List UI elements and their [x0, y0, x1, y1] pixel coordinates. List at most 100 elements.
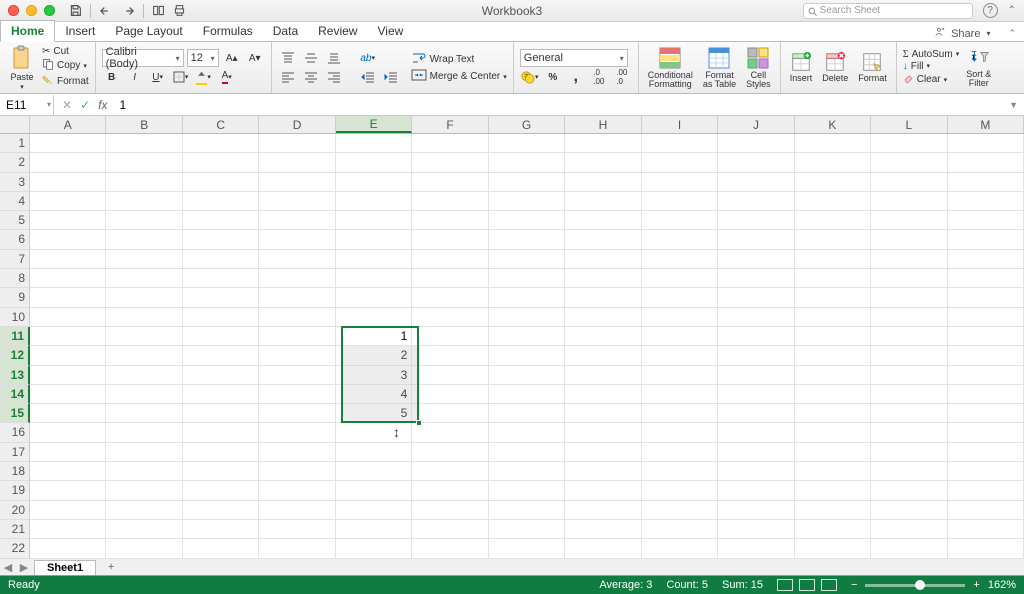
zoom-in-button[interactable]: + [973, 579, 979, 591]
orientation-button[interactable]: ab▾ [358, 49, 378, 67]
currency-button[interactable]: ▾ [520, 68, 540, 86]
tab-review[interactable]: Review [308, 21, 367, 41]
cell-F7[interactable] [412, 250, 488, 269]
expand-formula-bar-icon[interactable]: ▼ [1003, 100, 1024, 110]
cell-L10[interactable] [871, 308, 947, 327]
delete-cells-button[interactable]: Delete [819, 50, 851, 84]
cell-A4[interactable] [30, 192, 106, 211]
conditional-formatting-button[interactable]: Conditional Formatting [645, 45, 696, 91]
cell-J20[interactable] [718, 501, 794, 520]
cell-H8[interactable] [565, 269, 641, 288]
page-break-view-icon[interactable] [821, 579, 837, 591]
cell-K17[interactable] [795, 443, 871, 462]
cell-K14[interactable] [795, 385, 871, 404]
cell-E14[interactable]: 4 [336, 385, 412, 404]
cell-I21[interactable] [642, 520, 718, 539]
cell-K7[interactable] [795, 250, 871, 269]
cell-C7[interactable] [183, 250, 259, 269]
cell-D2[interactable] [259, 153, 335, 172]
cell-J2[interactable] [718, 153, 794, 172]
cell-J17[interactable] [718, 443, 794, 462]
cell-A7[interactable] [30, 250, 106, 269]
cell-B14[interactable] [106, 385, 182, 404]
cell-M14[interactable] [948, 385, 1024, 404]
cell-A11[interactable] [30, 327, 106, 346]
cell-M20[interactable] [948, 501, 1024, 520]
zoom-level[interactable]: 162% [988, 579, 1016, 591]
cell-B10[interactable] [106, 308, 182, 327]
cell-H22[interactable] [565, 539, 641, 558]
col-header-B[interactable]: B [106, 116, 182, 133]
name-box[interactable]: E11▾ [0, 95, 54, 115]
cell-J10[interactable] [718, 308, 794, 327]
close-window-button[interactable] [8, 5, 19, 16]
cell-D11[interactable] [259, 327, 335, 346]
cell-C10[interactable] [183, 308, 259, 327]
select-all-corner[interactable] [0, 116, 30, 134]
cell-F3[interactable] [412, 173, 488, 192]
cell-I11[interactable] [642, 327, 718, 346]
cell-G11[interactable] [489, 327, 565, 346]
cell-H6[interactable] [565, 230, 641, 249]
row-header-2[interactable]: 2 [0, 153, 29, 172]
cell-J18[interactable] [718, 462, 794, 481]
cell-M18[interactable] [948, 462, 1024, 481]
cell-A9[interactable] [30, 288, 106, 307]
sheet-nav-next[interactable]: ▶ [16, 561, 32, 574]
cell-E16[interactable] [336, 423, 412, 442]
cell-J19[interactable] [718, 481, 794, 500]
cell-G8[interactable] [489, 269, 565, 288]
zoom-out-button[interactable]: − [851, 579, 857, 591]
cell-L6[interactable] [871, 230, 947, 249]
cell-G19[interactable] [489, 481, 565, 500]
cell-J3[interactable] [718, 173, 794, 192]
cell-I22[interactable] [642, 539, 718, 558]
col-header-D[interactable]: D [259, 116, 335, 133]
col-header-E[interactable]: E [336, 116, 412, 133]
col-header-K[interactable]: K [795, 116, 871, 133]
percent-button[interactable]: % [543, 68, 563, 86]
col-header-G[interactable]: G [489, 116, 565, 133]
cell-H11[interactable] [565, 327, 641, 346]
cell-M4[interactable] [948, 192, 1024, 211]
cell-A10[interactable] [30, 308, 106, 327]
cell-I4[interactable] [642, 192, 718, 211]
cell-D5[interactable] [259, 211, 335, 230]
col-header-M[interactable]: M [948, 116, 1024, 133]
cell-A5[interactable] [30, 211, 106, 230]
cell-C1[interactable] [183, 134, 259, 153]
cell-A17[interactable] [30, 443, 106, 462]
cell-I12[interactable] [642, 346, 718, 365]
cell-E3[interactable] [336, 173, 412, 192]
cell-H19[interactable] [565, 481, 641, 500]
cell-M7[interactable] [948, 250, 1024, 269]
cell-K2[interactable] [795, 153, 871, 172]
cell-L11[interactable] [871, 327, 947, 346]
bold-button[interactable]: B [102, 68, 122, 86]
sort-filter-button[interactable]: Sort & Filter [963, 46, 994, 90]
cell-I7[interactable] [642, 250, 718, 269]
cell-B21[interactable] [106, 520, 182, 539]
cell-G15[interactable] [489, 404, 565, 423]
cell-K11[interactable] [795, 327, 871, 346]
normal-view-icon[interactable] [777, 579, 793, 591]
cell-G21[interactable] [489, 520, 565, 539]
col-header-H[interactable]: H [565, 116, 641, 133]
cell-H14[interactable] [565, 385, 641, 404]
cell-F16[interactable] [412, 423, 488, 442]
cell-M9[interactable] [948, 288, 1024, 307]
cell-M16[interactable] [948, 423, 1024, 442]
cell-K19[interactable] [795, 481, 871, 500]
tab-page-layout[interactable]: Page Layout [105, 21, 192, 41]
align-right-button[interactable] [324, 68, 344, 86]
cell-I8[interactable] [642, 269, 718, 288]
decrease-font-button[interactable]: A▾ [245, 49, 265, 67]
cell-G17[interactable] [489, 443, 565, 462]
cell-J21[interactable] [718, 520, 794, 539]
fx-icon[interactable]: fx [98, 98, 107, 112]
cell-L12[interactable] [871, 346, 947, 365]
row-header-16[interactable]: 16 [0, 423, 29, 442]
cell-E15[interactable]: 5 [336, 404, 412, 423]
row-header-19[interactable]: 19 [0, 481, 29, 500]
cell-I18[interactable] [642, 462, 718, 481]
